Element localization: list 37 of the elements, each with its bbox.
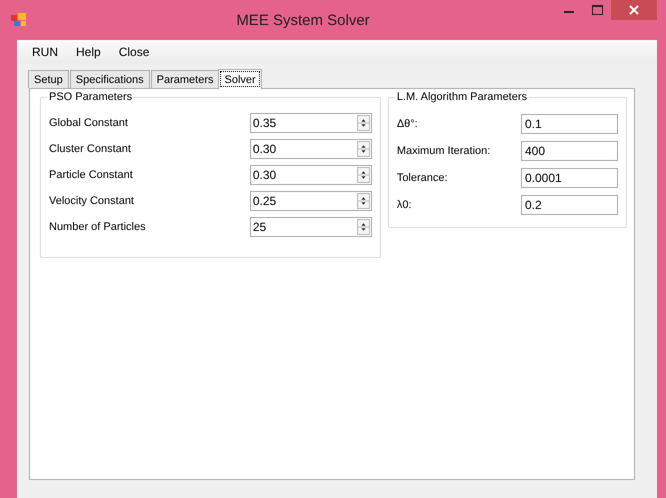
tab[interactable]: Parameters: [150, 70, 220, 88]
menu-item[interactable]: Close: [112, 43, 156, 61]
spin-box[interactable]: 0.35: [250, 113, 372, 133]
spin-arrows-icon[interactable]: [356, 167, 370, 183]
field-label: Global Constant: [49, 117, 129, 129]
window-title: MEE System Solver: [235, 12, 371, 28]
tab[interactable]: Setup: [28, 70, 69, 88]
input-field[interactable]: 0.0001: [521, 168, 618, 188]
field-label: Maximum Iteration:: [396, 144, 492, 156]
spin-arrows-icon[interactable]: [356, 115, 370, 131]
maximize-icon[interactable]: [592, 5, 602, 15]
spin-box[interactable]: 0.30: [250, 139, 372, 159]
menu-item[interactable]: RUN: [25, 43, 65, 61]
close-icon[interactable]: [629, 5, 639, 15]
field-label: Cluster Constant: [49, 143, 132, 155]
spin-box[interactable]: 0.25: [250, 191, 372, 211]
field-label: Δθ°:: [396, 118, 419, 130]
input-field[interactable]: 400: [521, 140, 618, 160]
field-label: Number of Particles: [49, 221, 147, 233]
tab[interactable]: Specifications: [70, 70, 150, 88]
input-field[interactable]: 0.2: [521, 194, 618, 214]
group-title: L.M. Algorithm Parameters: [394, 91, 530, 103]
field-label: Tolerance:: [396, 172, 449, 184]
spin-arrows-icon[interactable]: [356, 193, 370, 209]
spin-arrows-icon[interactable]: [356, 219, 370, 235]
spin-box[interactable]: 0.30: [250, 165, 372, 185]
app-icon: [11, 13, 27, 27]
field-label: Particle Constant: [49, 169, 134, 181]
field-label: λ0:: [396, 198, 412, 210]
group-title: PSO Parameters: [47, 91, 134, 103]
field-label: Velocity Constant: [49, 195, 135, 207]
spin-arrows-icon[interactable]: [356, 141, 370, 157]
spin-box[interactable]: 25: [250, 217, 372, 237]
input-field[interactable]: 0.1: [521, 114, 618, 134]
tab[interactable]: Solver: [218, 69, 262, 89]
close-button[interactable]: [611, 0, 657, 20]
menu-item[interactable]: Help: [69, 43, 108, 61]
